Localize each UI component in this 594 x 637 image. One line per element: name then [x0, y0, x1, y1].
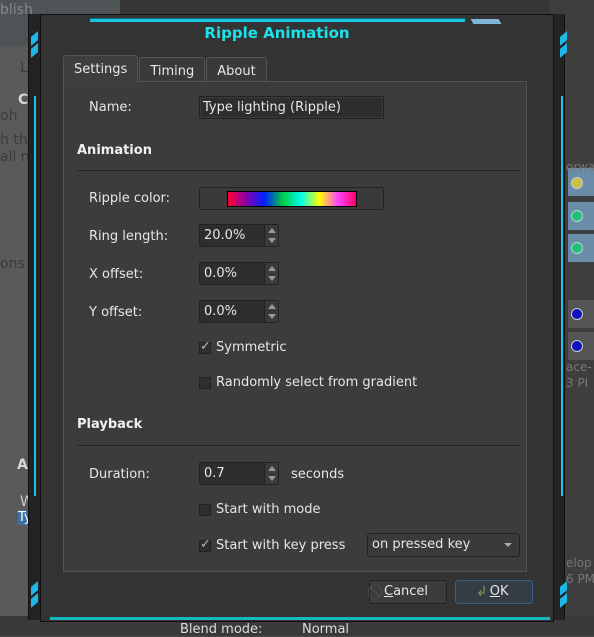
duration-value: 0.7 [204, 466, 225, 481]
background-text: orwa [566, 160, 594, 174]
checkbox-box[interactable] [199, 503, 211, 516]
tab-about[interactable]: About [206, 57, 267, 83]
start-with-key-label: Start with key press [216, 538, 346, 553]
spin-up-icon[interactable] [268, 266, 276, 271]
chevron-down-icon [504, 543, 512, 547]
background-text: A [17, 457, 28, 473]
random-gradient-label: Randomly select from gradient [216, 375, 418, 390]
status-dot [571, 340, 583, 352]
dialog-title: Ripple Animation [204, 24, 350, 42]
ok-mnemonic: O [489, 584, 500, 599]
spin-down-icon[interactable] [268, 476, 276, 481]
blend-mode-value: Normal [302, 622, 350, 637]
background-text: 6 PM [566, 572, 594, 586]
spin-buttons[interactable] [264, 225, 278, 246]
background-text: ons [0, 256, 25, 272]
status-dot [571, 177, 583, 189]
x-offset-value: 0.0% [204, 266, 238, 281]
symmetric-label: Symmetric [216, 340, 287, 355]
duration-unit: seconds [291, 467, 345, 482]
x-offset-label: X offset: [89, 267, 144, 282]
section-divider [77, 445, 520, 446]
start-with-mode-label: Start with mode [216, 502, 321, 517]
spin-buttons[interactable] [264, 301, 278, 322]
spin-up-icon[interactable] [268, 466, 276, 471]
ripple-color-label: Ripple color: [89, 191, 171, 206]
background-text: C [18, 92, 29, 108]
start-with-mode-checkbox[interactable]: Start with mode [199, 502, 320, 517]
y-offset-value: 0.0% [204, 304, 238, 319]
x-offset-spinbox[interactable]: 0.0% [199, 262, 279, 285]
tab-settings[interactable]: Settings [63, 55, 139, 83]
spin-down-icon[interactable] [268, 276, 276, 281]
background-text: L [20, 60, 28, 76]
background-text: ace- [566, 360, 592, 374]
ok-icon: ↲ [476, 584, 488, 600]
ok-button[interactable]: ↲ OK [455, 580, 533, 604]
frame-accent-left [34, 96, 36, 496]
duration-spinbox[interactable]: 0.7 [199, 462, 279, 485]
spin-up-icon[interactable] [268, 304, 276, 309]
ok-label: K [499, 584, 509, 599]
frame-accent-right [561, 96, 563, 496]
animation-section-title: Animation [77, 143, 152, 158]
check-icon: ✓ [200, 536, 211, 552]
background-text: 3 PI [566, 376, 589, 390]
status-dot [571, 210, 583, 222]
tab-timing[interactable]: Timing [139, 57, 206, 83]
background-text: oh [0, 108, 18, 124]
spin-buttons[interactable] [264, 463, 278, 484]
spin-buttons[interactable] [264, 263, 278, 284]
key-trigger-value: on pressed key [372, 537, 471, 552]
ripple-gradient-swatch [227, 191, 357, 207]
ripple-color-button[interactable] [199, 187, 384, 210]
background-text: all n [0, 149, 30, 165]
spin-down-icon[interactable] [268, 238, 276, 243]
cancel-label: ancel [393, 584, 429, 599]
y-offset-spinbox[interactable]: 0.0% [199, 300, 279, 323]
checkbox-box[interactable]: ✓ [199, 536, 211, 552]
section-divider [77, 170, 520, 171]
duration-label: Duration: [89, 467, 150, 482]
cancel-mnemonic: C [384, 584, 394, 599]
ring-length-label: Ring length: [89, 229, 169, 244]
spin-up-icon[interactable] [268, 228, 276, 233]
name-label: Name: [89, 100, 132, 115]
cancel-button[interactable]: ⃠ Cancel [369, 580, 447, 604]
random-gradient-checkbox[interactable]: Randomly select from gradient [199, 375, 417, 390]
tab-bar: Settings Timing About [63, 55, 267, 83]
key-trigger-select[interactable]: on pressed key [367, 533, 520, 557]
ring-length-spinbox[interactable]: 20.0% [199, 224, 279, 247]
checkbox-box[interactable] [199, 376, 211, 389]
symmetric-checkbox[interactable]: ✓ Symmetric [199, 338, 287, 355]
background-text: elop [566, 556, 592, 570]
ring-length-value: 20.0% [204, 228, 246, 243]
y-offset-label: Y offset: [89, 305, 143, 320]
background-text: h th [0, 132, 28, 148]
status-dot [571, 242, 583, 254]
title-bar-accent [90, 18, 465, 22]
status-dot [571, 308, 583, 320]
background-toolbar [120, 0, 594, 14]
settings-panel: Name: Type lighting (Ripple) Animation R… [63, 81, 527, 572]
blend-mode-label: Blend mode: [180, 622, 263, 637]
checkbox-box[interactable]: ✓ [199, 338, 211, 354]
check-icon: ✓ [200, 338, 211, 354]
playback-section-title: Playback [77, 417, 143, 432]
spin-down-icon[interactable] [268, 314, 276, 319]
start-with-key-checkbox[interactable]: ✓ Start with key press [199, 536, 346, 553]
name-input[interactable]: Type lighting (Ripple) [199, 96, 384, 119]
frame-accent-bottom [50, 617, 550, 620]
